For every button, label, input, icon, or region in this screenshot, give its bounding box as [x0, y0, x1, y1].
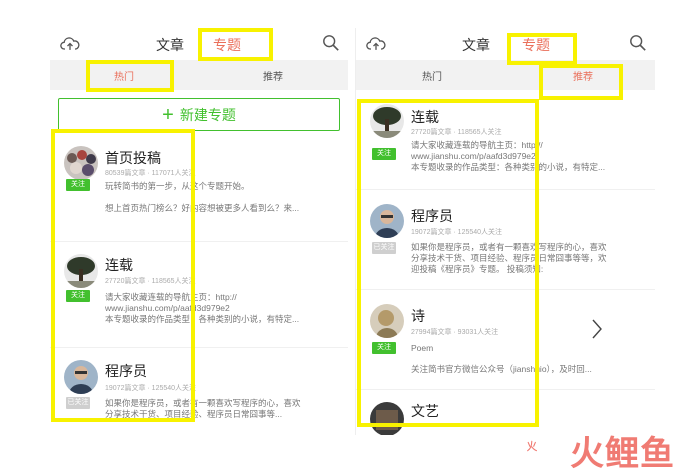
person-avatar [370, 204, 404, 238]
topic-list-item[interactable]: 首页投稿 80539篇文章 · 117071人关注 关注 玩转简书的第一步，从这… [50, 137, 348, 242]
topic-desc-line: 请大家收藏连载的导航主页：http:// [105, 292, 237, 302]
plus-icon: + [162, 103, 174, 126]
topic-desc-line: Poem [411, 343, 434, 353]
topic-meta: 27720篇文章 · 118565人关注 [411, 129, 502, 136]
statue-avatar [370, 304, 404, 338]
topic-title[interactable]: 文艺 [411, 401, 439, 421]
watermark-logo-icon [527, 440, 537, 452]
follow-button[interactable]: 关注 [66, 179, 90, 191]
tree-avatar [370, 104, 404, 138]
crowd-avatar [64, 146, 98, 180]
topic-desc-line: 如果你是程序员，或者有一颗喜欢写程序的心，喜欢 [105, 398, 301, 408]
topic-desc-line: 请大家收藏连载的导航主页：http:// [411, 140, 543, 150]
topic-list-item[interactable]: 程序员 19072篇文章 · 125540人关注 已关注 如果你是程序员，或者有… [356, 190, 655, 290]
search-icon[interactable] [629, 34, 647, 52]
topic-meta: 19072篇文章 · 125540人关注 [105, 385, 197, 392]
followed-button[interactable]: 已关注 [66, 397, 90, 409]
follow-button[interactable]: 关注 [372, 342, 396, 354]
person-avatar [64, 360, 98, 394]
follow-button[interactable]: 关注 [66, 290, 90, 302]
topic-title[interactable]: 程序员 [105, 361, 147, 381]
new-topic-button[interactable]: + 新建专题 [58, 98, 340, 131]
topic-desc-line: 想上首页热门榜么？好内容想被更多人看到么？来... [105, 203, 300, 213]
topic-desc-line: 如果你是程序员，或者有一颗喜欢写程序的心，喜欢 [411, 242, 607, 252]
topic-meta: 27994篇文章 · 93031人关注 [411, 329, 499, 336]
tab-articles[interactable]: 文章 [156, 35, 184, 55]
subtab-hot[interactable]: 热门 [422, 68, 442, 83]
tree-avatar [64, 254, 98, 288]
top-nav-bar: 文章 专题 [356, 28, 655, 60]
topic-desc-line: 关注简书官方微信公众号（jianshuio），及时回... [411, 364, 592, 374]
new-topic-label: 新建专题 [179, 106, 236, 123]
topic-desc-line: 本专题收录的作品类型：各种类别的小说，有特定... [105, 314, 300, 324]
topic-desc-line: 分享技术干货、项目经验、程序员日常囧事等... [105, 409, 283, 419]
left-phone-screen: 文章 专题 热门 推荐 + 新建专题 首页投稿 80539篇文章 · 11707… [50, 28, 348, 435]
follow-button[interactable]: 关注 [372, 148, 396, 160]
topic-meta: 80539篇文章 · 117071人关注 [105, 170, 196, 177]
tab-topics[interactable]: 专题 [213, 35, 241, 55]
sub-tab-bar: 热门 推荐 [50, 60, 348, 90]
cloud-upload-icon[interactable] [366, 35, 386, 53]
tab-articles[interactable]: 文章 [462, 35, 490, 55]
topic-title[interactable]: 程序员 [411, 206, 453, 226]
sub-tab-bar: 热门 推荐 [356, 60, 655, 90]
topic-list-item[interactable]: 文艺 [356, 390, 655, 435]
followed-button[interactable]: 已关注 [372, 242, 396, 254]
subtab-hot[interactable]: 热门 [114, 68, 134, 83]
topic-list-item[interactable]: 程序员 19072篇文章 · 125540人关注 已关注 如果你是程序员，或者有… [50, 348, 348, 428]
topic-desc-line: www.jianshu.com/p/aafd3d979e2 [105, 303, 230, 313]
subtab-recommended[interactable]: 推荐 [263, 68, 283, 83]
topic-desc-line: 本专题收录的作品类型：各种类别的小说，有特定... [411, 162, 606, 172]
topic-desc-line: 分享技术干货、项目经验、程序员日常囧事等等，欢 [411, 253, 607, 263]
topic-meta: 19072篇文章 · 125540人关注 [411, 229, 503, 236]
topic-list-item[interactable]: 连载 27720篇文章 · 118565人关注 关注 请大家收藏连载的导航主页：… [50, 242, 348, 348]
watermark-text: 火鲤鱼 [570, 434, 675, 470]
topic-title[interactable]: 连载 [411, 107, 439, 127]
search-icon[interactable] [322, 34, 340, 52]
subtab-recommended[interactable]: 推荐 [573, 68, 593, 83]
topic-desc-line: 玩转简书的第一步，从这个专题开始。 [105, 181, 250, 191]
topic-desc-line: 迎投稿《程序员》专题。 投稿须知: [411, 264, 544, 274]
top-nav-bar: 文章 专题 [50, 28, 348, 60]
topic-title[interactable]: 连载 [105, 255, 133, 275]
right-phone-screen: 文章 专题 热门 推荐 连载 27720篇文章 · 118565人关注 关注 请… [355, 28, 655, 435]
tab-topics[interactable]: 专题 [522, 35, 550, 55]
topic-list-item[interactable]: 诗 27994篇文章 · 93031人关注 关注 Poem 关注简书官方微信公众… [356, 290, 655, 390]
topic-meta: 27720篇文章 · 118565人关注 [105, 278, 196, 285]
cloud-upload-icon[interactable] [60, 35, 80, 53]
topic-desc-line: www.jianshu.com/p/aafd3d979e2 [411, 151, 536, 161]
book-avatar [370, 402, 404, 435]
topic-list-item[interactable]: 连载 27720篇文章 · 118565人关注 关注 请大家收藏连载的导航主页：… [356, 90, 655, 190]
topic-title[interactable]: 诗 [411, 306, 425, 326]
chevron-right-icon[interactable] [591, 318, 603, 340]
topic-title[interactable]: 首页投稿 [105, 148, 161, 168]
